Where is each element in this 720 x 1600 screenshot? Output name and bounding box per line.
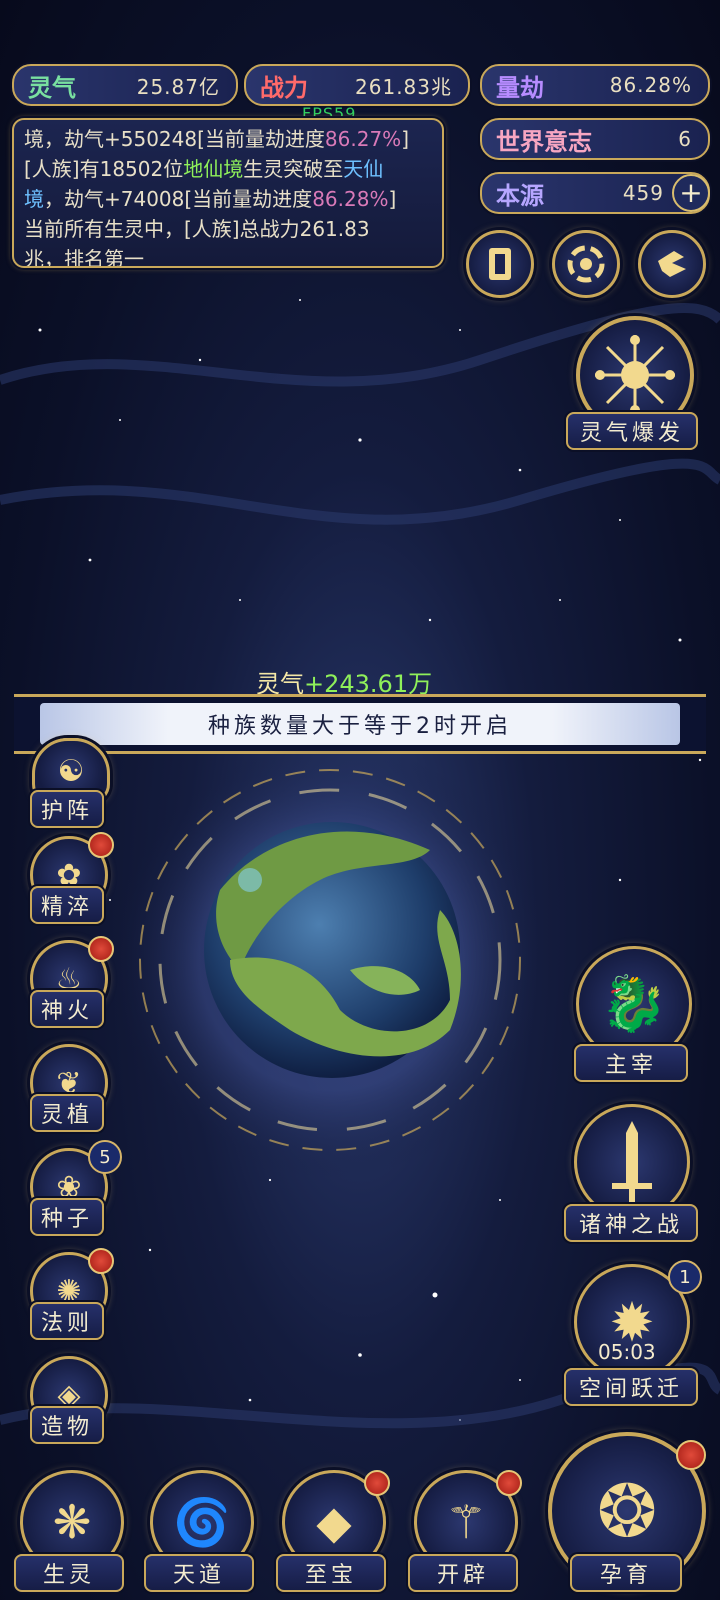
menu-item-kong-jian[interactable]: ✹ 1 05:03 空间跃迁 — [560, 1260, 702, 1414]
lingqi-stat: 灵气 25.87亿 — [12, 64, 238, 106]
menu-item-ling-zhi[interactable]: ❦ 灵植 — [26, 1044, 116, 1134]
shijie-value: 6 — [678, 127, 692, 151]
share-button[interactable] — [638, 230, 706, 298]
seed-count-badge: 5 — [88, 1140, 122, 1174]
notification-dot — [88, 936, 114, 962]
warp-count-badge: 1 — [668, 1260, 702, 1294]
notification-dot — [496, 1470, 522, 1496]
menu-item-hu-zhen[interactable]: ☯ 护阵 — [26, 738, 116, 832]
bottom-item-yun-yu[interactable]: ❂ 孕育 — [540, 1426, 710, 1596]
log-line-4: 当前所有生灵中，[人族]总战力261.83 — [24, 217, 370, 241]
event-log-panel[interactable]: 境，劫气+550248[当前量劫进度86.27%] [人族]有18502位地仙境… — [12, 118, 444, 268]
menu-item-fa-ze[interactable]: ✺ 法则 — [26, 1248, 116, 1342]
zhanli-stat: 战力 261.83兆 — [244, 64, 470, 106]
bottom-item-sheng-ling[interactable]: ❋ 生灵 — [10, 1470, 128, 1594]
menu-item-shen-huo[interactable]: ♨ 神火 — [26, 936, 116, 1030]
menu-label: 精淬 — [30, 886, 104, 924]
zhanli-value: 261.83兆 — [355, 74, 452, 99]
menu-label: 护阵 — [30, 790, 104, 828]
benyuan-label: 本源 — [496, 181, 544, 210]
notification-dot — [364, 1470, 390, 1496]
log-line-5: 兆，排名第一 — [24, 247, 144, 268]
menu-item-zhu-shen[interactable]: 诸神之战 — [560, 1104, 700, 1244]
card-icon — [489, 248, 511, 280]
menu-label: 空间跃迁 — [564, 1368, 698, 1406]
zhanli-label: 战力 — [260, 73, 308, 102]
menu-label: 灵植 — [30, 1094, 104, 1132]
lingqi-value: 25.87亿 — [136, 74, 220, 99]
sword-icon — [574, 1104, 690, 1220]
log-line-1: 境，劫气+550248[当前量劫进度86.27%] — [24, 127, 409, 151]
sword-shape — [612, 1121, 652, 1203]
swirl-icon — [567, 245, 605, 283]
log-line-3: 境，劫气+74008[当前量劫进度86.28%] — [24, 187, 397, 211]
menu-label: 造物 — [30, 1406, 104, 1444]
notification-dot — [88, 1248, 114, 1274]
share-icon — [658, 251, 686, 277]
menu-label: 开辟 — [408, 1554, 518, 1592]
menu-label: 诸神之战 — [564, 1204, 698, 1242]
menu-item-zhu-zai[interactable]: 🐉 主宰 — [566, 946, 696, 1086]
menu-label: 生灵 — [14, 1554, 124, 1592]
shijie-stat[interactable]: 世界意志 6 — [480, 118, 710, 160]
notification-dot — [676, 1440, 706, 1470]
plus-icon: + — [679, 176, 703, 209]
menu-label: 法则 — [30, 1302, 104, 1340]
log-line-2: [人族]有18502位地仙境生灵突破至天仙 — [24, 157, 384, 181]
menu-item-zhong-zi[interactable]: ❀ 5 种子 — [26, 1140, 126, 1238]
lingqi-label: 灵气 — [28, 73, 76, 102]
lingqi-burst-label[interactable]: 灵气爆发 — [566, 412, 698, 450]
menu-item-zao-wu[interactable]: ◈ 造物 — [26, 1356, 116, 1446]
menu-label: 种子 — [30, 1198, 104, 1236]
menu-label: 神火 — [30, 990, 104, 1028]
warp-timer: 05:03 — [598, 1340, 656, 1364]
notification-dot — [88, 832, 114, 858]
world-planet[interactable] — [110, 740, 550, 1180]
notice-text: 种族数量大于等于2时开启 — [208, 714, 512, 739]
bottom-item-tian-dao[interactable]: 🌀 天道 — [140, 1470, 258, 1594]
menu-label: 孕育 — [570, 1554, 682, 1592]
menu-label: 至宝 — [276, 1554, 386, 1592]
liangjie-value: 86.28% — [609, 73, 692, 97]
menu-label: 天道 — [144, 1554, 254, 1592]
menu-item-jing-cui[interactable]: ✿ 精淬 — [26, 832, 116, 926]
burst-icon — [595, 335, 675, 415]
bottom-item-kai-pi[interactable]: ⚚ 开辟 — [404, 1470, 522, 1594]
bottom-item-zhi-bao[interactable]: ◆ 至宝 — [272, 1470, 390, 1594]
swirl-button[interactable] — [552, 230, 620, 298]
shijie-label: 世界意志 — [496, 127, 592, 156]
liangjie-label: 量劫 — [496, 73, 544, 102]
add-benyuan-button[interactable]: + — [672, 174, 710, 212]
liangjie-stat: 量劫 86.28% — [480, 64, 710, 106]
menu-label: 主宰 — [574, 1044, 688, 1082]
card-button[interactable] — [466, 230, 534, 298]
